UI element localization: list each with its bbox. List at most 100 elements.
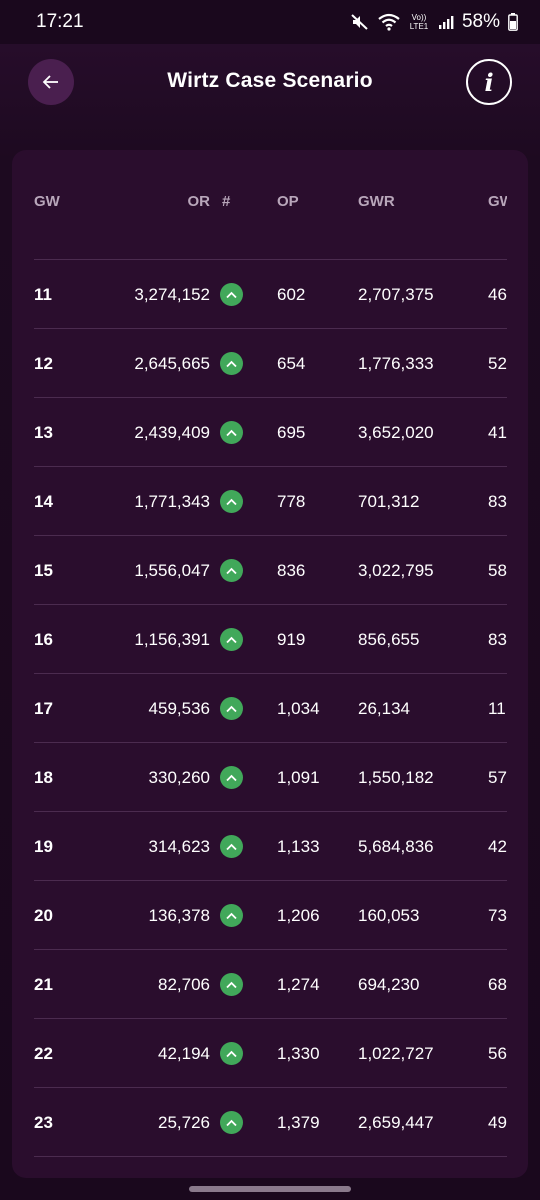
gw-cell: 23: [34, 1113, 53, 1132]
gw-cell: 22: [34, 1044, 53, 1063]
overall-rank-cell: 1,771,343: [134, 492, 210, 511]
column-header-op[interactable]: OP: [277, 193, 299, 210]
table-row[interactable]: 23 25,726 1,379 2,659,447 49: [34, 1088, 507, 1157]
gw-rank-cell: 2,707,375: [358, 285, 434, 304]
table-row[interactable]: 19 314,623 1,133 5,684,836 42: [34, 812, 507, 881]
table-row[interactable]: 21 82,706 1,274 694,230 68: [34, 950, 507, 1019]
battery-icon: [508, 13, 518, 31]
battery-percent: 58%: [461, 11, 500, 32]
gw-rank-cell: 1,022,727: [358, 1044, 434, 1063]
overall-points-cell: 1,091: [277, 768, 320, 787]
gw-points-cell: 42: [488, 837, 507, 856]
gw-cell: 12: [34, 354, 53, 373]
table-row[interactable]: 17 459,536 1,034 26,134 11: [34, 674, 507, 743]
overall-points-cell: 1,274: [277, 975, 320, 994]
gw-cell: 15: [34, 561, 53, 580]
gw-points-cell: 56: [488, 1044, 507, 1063]
overall-points-cell: 778: [277, 492, 306, 511]
arrow-up-circle-icon: [220, 628, 243, 651]
gw-rank-cell: 856,655: [358, 630, 420, 649]
gw-points-cell: 41: [488, 423, 507, 442]
gw-rank-cell: 26,134: [358, 699, 410, 718]
gw-cell: 14: [34, 492, 53, 511]
gw-rank-cell: 1,776,333: [358, 354, 434, 373]
info-button[interactable]: i: [466, 59, 512, 105]
arrow-up-circle-icon: [220, 559, 243, 582]
gw-rank-cell: 160,053: [358, 906, 420, 925]
overall-points-cell: 1,133: [277, 837, 320, 856]
arrow-up-circle-icon: [220, 973, 243, 996]
status-time: 17:21: [36, 11, 84, 32]
gw-points-cell: 46: [488, 285, 507, 304]
overall-rank-cell: 2,439,409: [134, 423, 210, 442]
table-row[interactable]: 20 136,378 1,206 160,053 73: [34, 881, 507, 950]
overall-points-cell: 1,330: [277, 1044, 320, 1063]
column-header-gw-points[interactable]: GW: [488, 193, 507, 210]
gw-points-cell: 57: [488, 768, 507, 787]
table-scroll-area[interactable]: GW OR # OP GWR GW 11 3,274,152 602 2,707,37…: [34, 150, 507, 1178]
screen: 17:21 Vo)) LTE1 58% Wirtz Case Scenario …: [0, 0, 540, 1200]
arrow-up-circle-icon: [220, 766, 243, 789]
arrow-up-circle-icon: [220, 352, 243, 375]
arrow-up-circle-icon: [220, 835, 243, 858]
column-header-rank-change[interactable]: #: [222, 193, 230, 210]
app-header: Wirtz Case Scenario i: [0, 44, 540, 124]
gw-rank-cell: 3,022,795: [358, 561, 434, 580]
overall-points-cell: 1,034: [277, 699, 320, 718]
overall-points-cell: 1,379: [277, 1113, 320, 1132]
gw-points-cell: 83: [488, 492, 507, 511]
gw-cell: 18: [34, 768, 53, 787]
overall-rank-cell: 25,726: [158, 1113, 210, 1132]
gw-points-cell: 52: [488, 354, 507, 373]
table-row[interactable]: 13 2,439,409 695 3,652,020 41: [34, 398, 507, 467]
overall-rank-cell: 2,645,665: [134, 354, 210, 373]
table-row[interactable]: 12 2,645,665 654 1,776,333 52: [34, 329, 507, 398]
column-header-gwr[interactable]: GWR: [358, 193, 395, 210]
table-row[interactable]: 14 1,771,343 778 701,312 83: [34, 467, 507, 536]
overall-rank-cell: 314,623: [148, 837, 210, 856]
overall-rank-cell: 42,194: [158, 1044, 210, 1063]
gw-rank-cell: 2,659,447: [358, 1113, 434, 1132]
gw-cell: 11: [34, 285, 52, 304]
gw-cell: 21: [34, 975, 53, 994]
wifi-icon: [378, 13, 400, 31]
overall-points-cell: 836: [277, 561, 306, 580]
gw-points-cell: 73: [488, 906, 507, 925]
overall-points-cell: 1,206: [277, 906, 320, 925]
gw-rank-cell: 3,652,020: [358, 423, 434, 442]
table-row[interactable]: 16 1,156,391 919 856,655 83: [34, 605, 507, 674]
arrow-up-circle-icon: [220, 1111, 243, 1134]
arrow-up-circle-icon: [220, 1042, 243, 1065]
overall-points-cell: 602: [277, 285, 306, 304]
table-row[interactable]: 15 1,556,047 836 3,022,795 58: [34, 536, 507, 605]
page-title: Wirtz Case Scenario: [167, 69, 373, 92]
arrow-up-circle-icon: [220, 283, 243, 306]
overall-points-cell: 654: [277, 354, 306, 373]
gw-cell: 20: [34, 906, 53, 925]
gw-points-cell: 49: [488, 1113, 507, 1132]
gw-cell: 13: [34, 423, 53, 442]
gw-rank-cell: 694,230: [358, 975, 420, 994]
gesture-nav-handle[interactable]: [189, 1186, 351, 1192]
arrow-up-circle-icon: [220, 421, 243, 444]
gw-cell: 17: [34, 699, 53, 718]
table-row[interactable]: 22 42,194 1,330 1,022,727 56: [34, 1019, 507, 1088]
signal-icon: [438, 16, 454, 29]
overall-rank-cell: 1,556,047: [134, 561, 210, 580]
arrow-up-circle-icon: [220, 697, 243, 720]
table-row[interactable]: 11 3,274,152 602 2,707,375 46: [34, 260, 507, 329]
overall-points-cell: 695: [277, 423, 306, 442]
overall-rank-cell: 136,378: [148, 906, 210, 925]
gw-points-cell: 58: [488, 561, 507, 580]
table-body: 11 3,274,152 602 2,707,375 46 12 2,645,665 654 1…: [34, 260, 507, 1157]
overall-rank-cell: 1,156,391: [134, 630, 210, 649]
data-table: GW OR # OP GWR GW 11 3,274,152 602 2,707,37…: [34, 150, 507, 1157]
column-header-gw[interactable]: GW: [34, 193, 60, 210]
table-row[interactable]: 18 330,260 1,091 1,550,182 57: [34, 743, 507, 812]
arrow-up-circle-icon: [220, 904, 243, 927]
overall-rank-cell: 330,260: [148, 768, 210, 787]
column-header-or[interactable]: OR: [188, 193, 211, 210]
table-header: GW OR # OP GWR GW: [34, 150, 507, 260]
gw-cell: 19: [34, 837, 53, 856]
overall-points-cell: 919: [277, 630, 306, 649]
